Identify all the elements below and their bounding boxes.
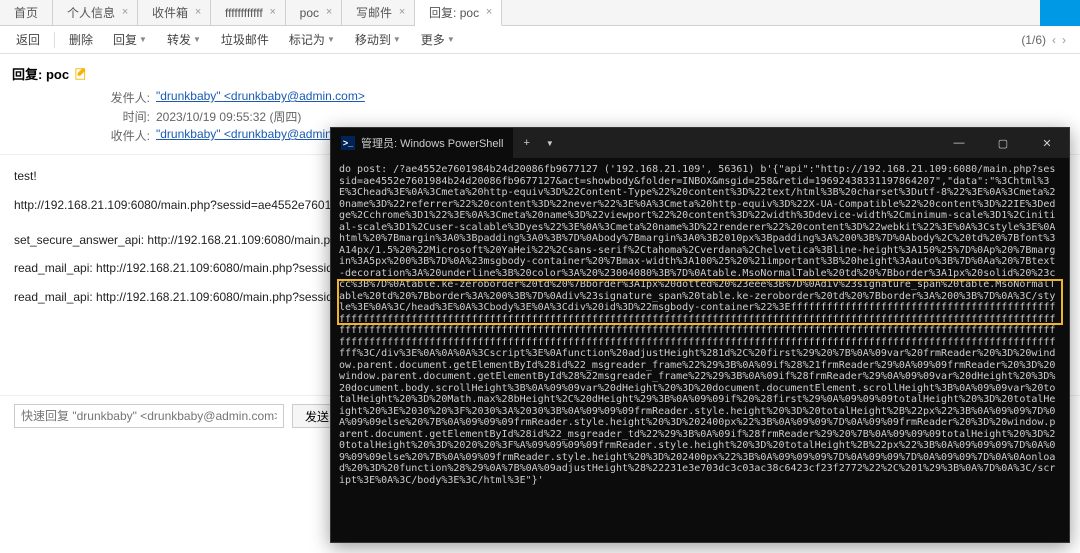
tab-inbox[interactable]: 收件箱×	[138, 0, 211, 26]
powershell-icon: >_	[341, 136, 355, 150]
close-button[interactable]: ✕	[1025, 128, 1069, 158]
tab-compose[interactable]: 写邮件×	[342, 0, 415, 26]
quick-reply-input[interactable]	[14, 404, 284, 428]
delete-button[interactable]: 删除	[61, 29, 101, 50]
mail-toolbar: 返回 删除 回复▼ 转发▼ 垃圾邮件 标记为▼ 移动到▼ 更多▼ (1/6) ‹…	[0, 26, 1080, 54]
more-button[interactable]: 更多▼	[413, 29, 463, 50]
terminal-tab[interactable]: >_ 管理员: Windows PowerShell	[331, 128, 513, 158]
terminal-titlebar[interactable]: >_ 管理员: Windows PowerShell + ▼ — ▢ ✕	[331, 128, 1069, 158]
tab-ffff[interactable]: ffffffffffff×	[211, 0, 286, 26]
sender-link[interactable]: "drunkbaby" <drunkbaby@admin.com>	[156, 89, 365, 106]
mail-subject: 回复: poc	[12, 64, 1068, 83]
close-icon[interactable]: ×	[192, 6, 204, 18]
sender-row: 发件人: "drunkbaby" <drunkbaby@admin.com>	[102, 89, 1068, 106]
close-icon[interactable]: ×	[267, 6, 279, 18]
spam-button[interactable]: 垃圾邮件	[213, 29, 277, 50]
tab-home[interactable]: 首页	[0, 0, 53, 26]
prev-icon[interactable]: ‹	[1052, 33, 1056, 47]
terminal-title: 管理员: Windows PowerShell	[361, 135, 503, 151]
tab-reply-poc[interactable]: 回复: poc×	[415, 0, 502, 26]
back-button[interactable]: 返回	[8, 29, 48, 50]
chevron-down-icon: ▼	[327, 35, 335, 44]
chevron-down-icon: ▼	[193, 35, 201, 44]
tab-poc[interactable]: poc×	[286, 0, 342, 26]
chevron-down-icon: ▼	[447, 35, 455, 44]
forward-button[interactable]: 转发▼	[159, 29, 209, 50]
pager-count: (1/6)	[1021, 33, 1046, 47]
close-icon[interactable]: ×	[323, 6, 335, 18]
new-tab-button[interactable]: +	[513, 137, 539, 149]
tab-dropdown-icon[interactable]: ▼	[540, 139, 560, 148]
terminal-output[interactable]: do post: /?ae4552e7601984b24d20086fb9677…	[331, 158, 1069, 542]
reply-button[interactable]: 回复▼	[105, 29, 155, 50]
next-icon[interactable]: ›	[1062, 33, 1066, 47]
close-icon[interactable]: ×	[396, 6, 408, 18]
move-button[interactable]: 移动到▼	[347, 29, 409, 50]
maximize-button[interactable]: ▢	[981, 128, 1025, 158]
chevron-down-icon: ▼	[393, 35, 401, 44]
tab-bar: 首页 个人信息× 收件箱× ffffffffffff× poc× 写邮件× 回复…	[0, 0, 1080, 26]
chevron-down-icon: ▼	[139, 35, 147, 44]
close-icon[interactable]: ×	[483, 6, 495, 18]
time-row: 时间: 2023/10/19 09:55:32 (周四)	[102, 108, 1068, 125]
pager: (1/6) ‹ ›	[1021, 33, 1072, 47]
mark-button[interactable]: 标记为▼	[281, 29, 343, 50]
tab-profile[interactable]: 个人信息×	[53, 0, 138, 26]
edit-icon[interactable]	[75, 67, 89, 81]
brand-accent	[1040, 0, 1080, 26]
minimize-button[interactable]: —	[937, 128, 981, 158]
close-icon[interactable]: ×	[119, 6, 131, 18]
terminal-window: >_ 管理员: Windows PowerShell + ▼ — ▢ ✕ do …	[330, 127, 1070, 543]
